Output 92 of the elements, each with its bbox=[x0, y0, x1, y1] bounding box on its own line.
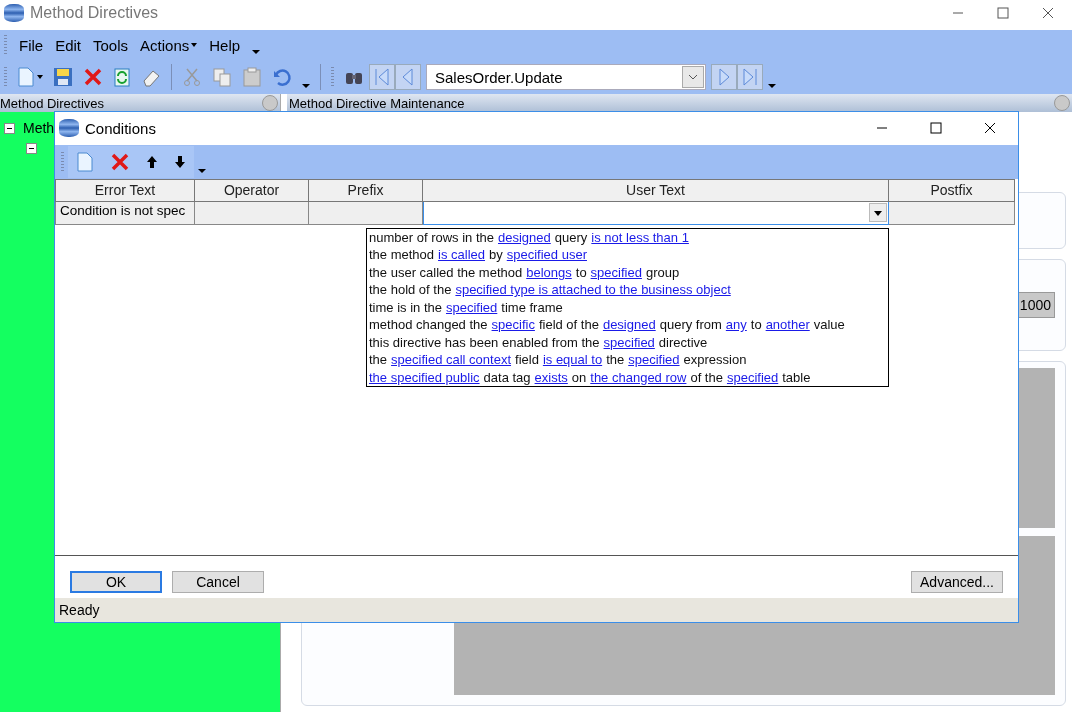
link[interactable]: specified user bbox=[506, 246, 587, 264]
option-text: field bbox=[515, 351, 539, 369]
link[interactable]: any bbox=[725, 316, 747, 334]
overflow-icon[interactable] bbox=[198, 168, 206, 173]
option-text: time is in the bbox=[369, 298, 442, 317]
close-icon[interactable] bbox=[1042, 7, 1054, 19]
option-text: field of the bbox=[538, 316, 599, 334]
record-selector[interactable]: SalesOrder.Update bbox=[426, 64, 706, 90]
refresh-icon[interactable] bbox=[113, 67, 131, 87]
option-text: data tag bbox=[483, 368, 531, 387]
option-text: the bbox=[606, 351, 625, 369]
option-text: the bbox=[369, 351, 388, 369]
overflow-icon[interactable] bbox=[302, 84, 310, 88]
link[interactable]: specified bbox=[628, 351, 680, 369]
maximize-icon[interactable] bbox=[930, 122, 942, 135]
save-icon[interactable] bbox=[53, 67, 73, 87]
overflow-icon[interactable] bbox=[252, 50, 261, 54]
paste-icon[interactable] bbox=[242, 67, 262, 87]
column-header[interactable]: Prefix bbox=[309, 178, 423, 202]
option-text: directive bbox=[658, 333, 708, 352]
link[interactable]: specific bbox=[491, 316, 535, 334]
option-text: by bbox=[489, 246, 503, 264]
menu-item[interactable]: File bbox=[19, 36, 44, 54]
database-icon bbox=[59, 119, 79, 138]
link[interactable]: the specified public bbox=[369, 368, 480, 387]
option-text: expression bbox=[683, 351, 747, 369]
option-text: on bbox=[571, 368, 587, 387]
delete-icon[interactable] bbox=[110, 151, 130, 172]
option-text: query bbox=[554, 228, 588, 247]
link[interactable]: specified bbox=[726, 368, 779, 387]
copy-icon[interactable] bbox=[212, 67, 232, 87]
link[interactable]: specified type is attached to the business object bbox=[455, 281, 731, 299]
column-header[interactable]: Error Text bbox=[55, 178, 195, 202]
menu-item[interactable]: Tools bbox=[93, 36, 129, 54]
move-up-icon[interactable] bbox=[146, 154, 158, 169]
pin-icon[interactable] bbox=[1054, 95, 1070, 111]
link[interactable]: specified bbox=[446, 298, 498, 317]
link[interactable]: is not less than 1 bbox=[591, 228, 689, 247]
dialog-button[interactable]: Cancel bbox=[172, 571, 264, 594]
new-document-icon[interactable] bbox=[76, 151, 94, 172]
link[interactable]: another bbox=[765, 316, 810, 334]
collapse-icon[interactable] bbox=[4, 122, 15, 134]
window-title: Method Directives bbox=[30, 4, 159, 22]
option-text: table bbox=[782, 368, 811, 387]
column-header[interactable]: Operator bbox=[195, 178, 309, 202]
database-icon bbox=[4, 4, 24, 22]
link[interactable]: the changed row bbox=[590, 368, 687, 387]
link[interactable]: specified bbox=[590, 263, 642, 282]
option-text: the user called the method bbox=[369, 263, 523, 282]
link[interactable]: is equal to bbox=[542, 351, 603, 369]
status-text: Ready bbox=[59, 602, 100, 619]
option-text: to bbox=[575, 263, 587, 282]
move-down-icon[interactable] bbox=[174, 154, 186, 169]
pin-icon[interactable] bbox=[262, 95, 278, 111]
link[interactable]: designed bbox=[602, 316, 656, 334]
column-header[interactable]: Postfix bbox=[889, 178, 1015, 202]
close-icon[interactable] bbox=[984, 122, 996, 135]
link[interactable]: belongs bbox=[526, 263, 572, 282]
option-text: method changed the bbox=[369, 316, 488, 334]
user-text-combo[interactable] bbox=[423, 201, 889, 225]
menu-item[interactable]: Help bbox=[209, 36, 241, 54]
dialog-button[interactable]: Advanced... bbox=[911, 571, 1003, 594]
link[interactable]: designed bbox=[498, 228, 551, 247]
link[interactable]: specified bbox=[603, 333, 655, 352]
option-text: time frame bbox=[501, 298, 563, 317]
tree-item[interactable]: Meth bbox=[23, 120, 55, 136]
option-text: group bbox=[645, 263, 680, 282]
option-text: query from bbox=[659, 316, 722, 334]
option-text: of the bbox=[690, 368, 723, 387]
menu-item[interactable]: Actions bbox=[140, 36, 190, 54]
option-text: number of rows in the bbox=[369, 228, 494, 247]
panel-title: Method Directives bbox=[0, 95, 105, 111]
table-cell: Condition is not spec bbox=[55, 201, 195, 225]
overflow-icon[interactable] bbox=[768, 84, 776, 88]
collapse-icon[interactable] bbox=[26, 142, 37, 154]
dialog-title: Conditions bbox=[85, 119, 156, 137]
delete-icon[interactable] bbox=[83, 67, 103, 87]
link[interactable]: exists bbox=[534, 368, 568, 387]
link[interactable]: specified call context bbox=[391, 351, 512, 369]
menu-item[interactable]: Edit bbox=[55, 36, 82, 54]
dropdown-caret-icon[interactable] bbox=[37, 75, 43, 79]
option-text: to bbox=[750, 316, 762, 334]
link[interactable]: is called bbox=[438, 246, 485, 264]
option-text: the method bbox=[369, 246, 435, 264]
panel-title: Method Directive Maintenance bbox=[289, 95, 465, 111]
option-text: value bbox=[813, 316, 845, 334]
dialog-button[interactable]: OK bbox=[70, 571, 162, 594]
column-header[interactable]: User Text bbox=[423, 178, 889, 202]
option-text: this directive has been enabled from the bbox=[369, 333, 600, 352]
maximize-icon[interactable] bbox=[997, 7, 1009, 19]
undo-icon[interactable] bbox=[272, 67, 292, 87]
option-text: the hold of the bbox=[369, 281, 452, 299]
